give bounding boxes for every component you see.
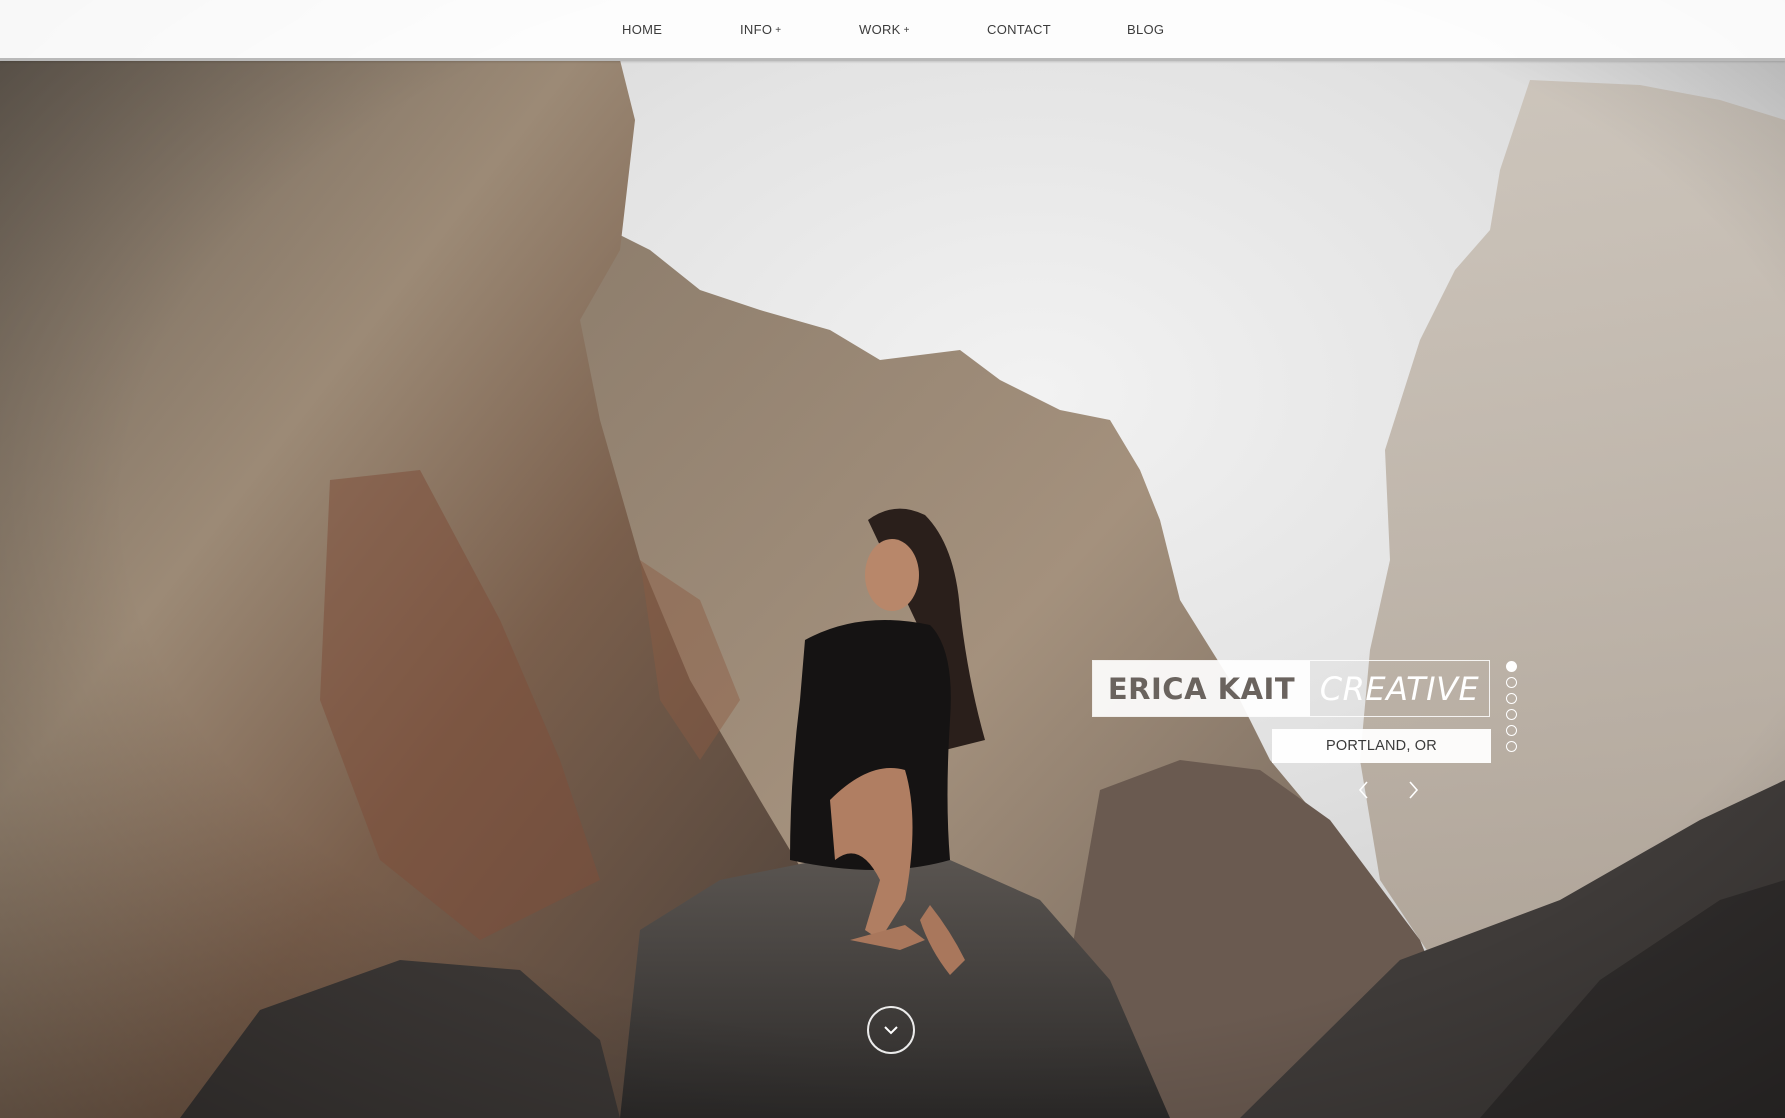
nav-home-label: HOME	[622, 22, 663, 37]
slide-dot-1[interactable]	[1506, 661, 1517, 672]
nav-info[interactable]: INFO +	[740, 22, 781, 37]
slide-dot-5[interactable]	[1506, 725, 1517, 736]
nav-home[interactable]: HOME	[622, 22, 662, 37]
chevron-right-icon	[1409, 781, 1419, 799]
slider-next-button[interactable]	[1401, 778, 1425, 802]
nav-blog[interactable]: BLOG	[1127, 22, 1164, 37]
scroll-down-button[interactable]	[867, 1006, 915, 1054]
nav-info-label: INFO	[740, 22, 773, 37]
brand-tagline: CREATIVE	[1319, 669, 1480, 708]
chevron-left-icon	[1358, 781, 1368, 799]
brand-name: ERICA KAIT	[1093, 661, 1310, 716]
hero-background	[0, 0, 1785, 1118]
nav-blog-label: BLOG	[1127, 22, 1165, 37]
top-nav-bar: HOME INFO + WORK + CONTACT BLOG	[0, 0, 1785, 61]
slide-dot-3[interactable]	[1506, 693, 1517, 704]
nav-contact[interactable]: CONTACT	[987, 22, 1051, 37]
slider-prev-button[interactable]	[1352, 778, 1376, 802]
slide-dot-4[interactable]	[1506, 709, 1517, 720]
nav-contact-label: CONTACT	[987, 22, 1051, 37]
slide-dot-2[interactable]	[1506, 677, 1517, 688]
slide-dot-6[interactable]	[1506, 741, 1517, 752]
brand-block: ERICA KAIT CREATIVE	[1092, 660, 1490, 717]
nav-work[interactable]: WORK +	[859, 22, 910, 37]
chevron-down-icon	[884, 1026, 898, 1035]
location-label: PORTLAND, OR	[1272, 729, 1491, 763]
slider-dots	[1506, 661, 1518, 757]
main-nav: HOME INFO + WORK + CONTACT BLOG	[0, 0, 1785, 58]
submenu-plus-icon: +	[903, 25, 910, 36]
submenu-plus-icon: +	[775, 25, 782, 36]
hero-photo	[0, 0, 1785, 1118]
nav-work-label: WORK	[859, 22, 901, 37]
